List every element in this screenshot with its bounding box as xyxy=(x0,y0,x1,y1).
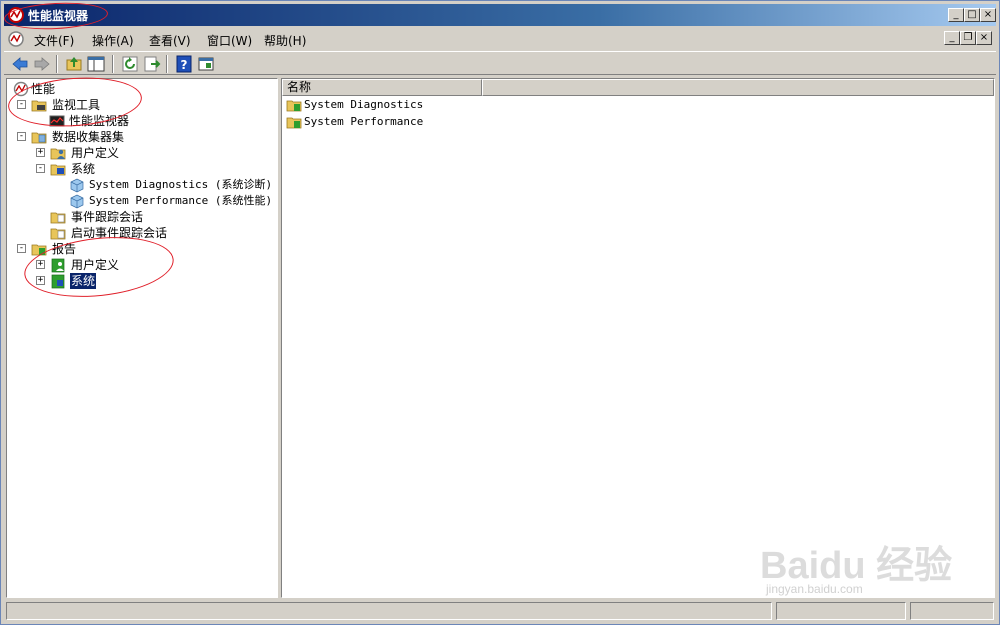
export-list-icon[interactable] xyxy=(142,54,162,74)
user-defined-folder-icon xyxy=(50,148,66,160)
system-reports-icon xyxy=(51,274,65,289)
collapse-icon[interactable]: - xyxy=(17,244,26,253)
mdi-minimize-button[interactable]: _ xyxy=(944,31,960,45)
perfmon-app-icon xyxy=(8,7,24,23)
toolbar: ? xyxy=(4,51,996,75)
expand-icon[interactable]: + xyxy=(36,148,45,157)
system-folder-icon xyxy=(50,164,66,176)
tree-item-label: 数据收集器集 xyxy=(52,130,125,144)
data-collector-folder-icon xyxy=(31,132,47,144)
menu-help[interactable]: 帮助(H) xyxy=(264,32,306,49)
window-title: 性能监视器 xyxy=(28,9,89,23)
tree-item-label: 性能监视器 xyxy=(69,114,130,128)
tree-item-label: 报告 xyxy=(52,242,77,256)
expand-icon[interactable]: + xyxy=(36,260,45,269)
watermark-logo-text: Baidu 经验 xyxy=(760,545,953,587)
forward-icon[interactable] xyxy=(32,54,52,74)
tree-item-label: 用户定义 xyxy=(71,146,120,160)
menu-file[interactable]: 文件(F) xyxy=(34,32,74,49)
properties-icon[interactable] xyxy=(196,54,216,74)
tree-item-label: 性能 xyxy=(31,82,56,96)
menu-view[interactable]: 查看(V) xyxy=(149,32,191,49)
list-item-label: System Performance xyxy=(304,115,424,128)
up-folder-icon[interactable] xyxy=(64,54,84,74)
list-item-label: System Diagnostics xyxy=(304,98,424,111)
column-header-empty[interactable] xyxy=(482,79,994,96)
status-cell xyxy=(910,602,994,620)
refresh-icon[interactable] xyxy=(120,54,140,74)
perfmon-doc-icon[interactable] xyxy=(8,31,24,47)
title-bar[interactable]: 性能监视器 _ □ × xyxy=(4,4,996,26)
perfmon-icon xyxy=(13,81,29,97)
performance-monitor-icon xyxy=(49,115,65,127)
collapse-icon[interactable]: - xyxy=(17,100,26,109)
svg-text:?: ? xyxy=(181,58,188,72)
folder-icon xyxy=(31,100,47,112)
tree-item-label: System Performance (系统性能) xyxy=(89,194,273,207)
reports-folder-icon xyxy=(31,244,47,256)
menu-window[interactable]: 窗口(W) xyxy=(207,32,252,49)
help-icon[interactable]: ? xyxy=(174,54,194,74)
tree-item-label: System Diagnostics (系统诊断) xyxy=(89,178,273,191)
watermark: Baidu 经验 jingyan.baidu.com xyxy=(760,520,960,600)
back-icon[interactable] xyxy=(10,54,30,74)
report-folder-icon xyxy=(286,117,302,129)
minimize-button[interactable]: _ xyxy=(948,8,964,22)
mdi-restore-button[interactable]: ❐ xyxy=(960,31,976,45)
status-cell-main xyxy=(6,602,772,620)
column-header-name[interactable]: 名称 xyxy=(282,79,482,96)
trace-folder-icon xyxy=(50,212,66,224)
menu-bar: 文件(F) 操作(A) 查看(V) 窗口(W) 帮助(H) _ ❐ × xyxy=(4,28,996,50)
toolbar-separator xyxy=(166,55,168,73)
collapse-icon[interactable]: - xyxy=(17,132,26,141)
show-hide-tree-icon[interactable] xyxy=(86,54,106,74)
close-button[interactable]: × xyxy=(980,8,996,22)
collector-set-icon xyxy=(70,178,84,193)
collector-set-icon xyxy=(70,194,84,209)
trace-folder-icon xyxy=(50,228,66,240)
watermark-url: jingyan.baidu.com xyxy=(766,582,863,596)
toolbar-separator xyxy=(56,55,58,73)
toolbar-separator xyxy=(112,55,114,73)
tree-item-label: 系统 xyxy=(71,162,96,176)
tree-item-label: 启动事件跟踪会话 xyxy=(71,226,168,240)
report-folder-icon xyxy=(286,100,302,112)
maximize-button[interactable]: □ xyxy=(964,8,980,22)
expand-icon[interactable]: + xyxy=(36,276,45,285)
list-header: 名称 xyxy=(282,79,994,96)
tree-item-label: 事件跟踪会话 xyxy=(71,210,144,224)
status-cell xyxy=(776,602,906,620)
status-bar xyxy=(4,601,996,621)
console-tree[interactable]: 性能 - 监视工具 性能监视器 - 数据收集器集 + 用户定义 - 系统 Sys… xyxy=(6,78,278,598)
mdi-close-button[interactable]: × xyxy=(976,31,992,45)
tree-item-label: 系统 xyxy=(70,273,97,289)
tree-item-label: 用户定义 xyxy=(71,258,120,272)
collapse-icon[interactable]: - xyxy=(36,164,45,173)
menu-action[interactable]: 操作(A) xyxy=(92,32,134,49)
tree-item-label: 监视工具 xyxy=(52,98,101,112)
user-reports-icon xyxy=(51,258,65,273)
